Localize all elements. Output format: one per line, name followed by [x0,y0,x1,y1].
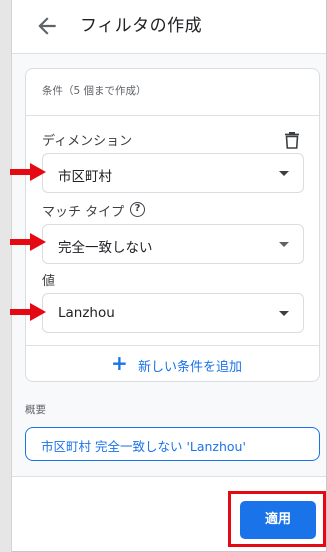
conditions-card: 条件（5 個まで作成） ディメンション 市区町村 マッチ タイプ ? 完全一致し… [25,68,320,382]
chevron-down-icon [279,171,289,176]
chevron-down-icon [279,242,289,247]
add-condition-button[interactable]: + 新しい条件を追加 [26,346,319,381]
match-type-select[interactable]: 完全一致しない [42,224,304,264]
value-select[interactable]: Lanzhou [42,293,304,333]
value-text: Lanzhou [58,305,115,321]
dimension-select[interactable]: 市区町村 [42,153,304,193]
dimension-value: 市区町村 [58,169,112,185]
left-scroll-edge [0,0,12,552]
summary-label: 概要 [25,404,46,416]
apply-button[interactable]: 適用 [240,501,316,539]
divider [26,115,319,116]
value-label: 値 [42,274,56,289]
help-circle-icon[interactable]: ? [130,202,145,217]
trash-icon[interactable] [284,131,300,149]
add-condition-label: 新しい条件を追加 [138,360,243,375]
plus-icon: + [111,351,128,375]
dimension-label: ディメンション [42,134,133,149]
chevron-down-icon [279,311,289,316]
red-arrow-icon [10,303,46,321]
conditions-note: 条件（5 個まで作成） [42,85,147,97]
match-type-label: マッチ タイプ [42,205,125,220]
red-arrow-icon [10,233,46,251]
match-type-value: 完全一致しない [58,240,153,256]
red-arrow-icon [10,163,46,181]
page-title: フィルタの作成 [80,16,203,36]
arrow-left-icon[interactable] [34,13,60,39]
summary-box: 市区町村 完全一致しない 'Lanzhou' [25,427,320,461]
summary-text: 市区町村 完全一致しない 'Lanzhou' [41,439,246,454]
panel-header: フィルタの作成 [12,0,326,54]
